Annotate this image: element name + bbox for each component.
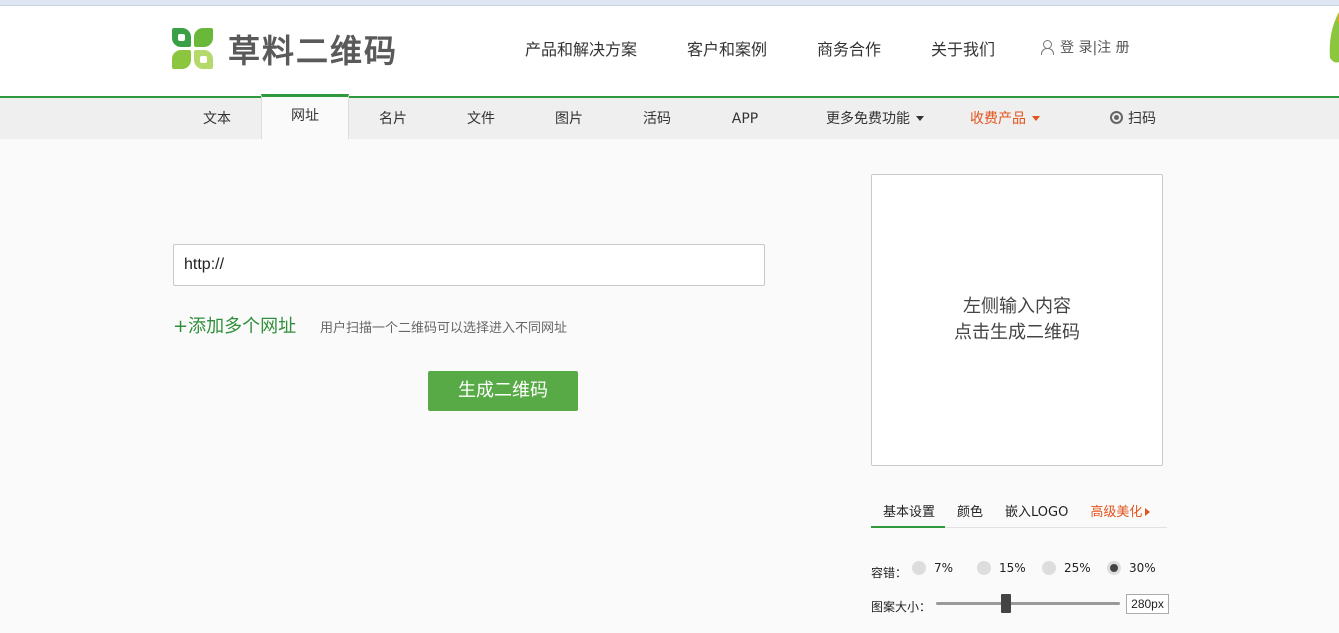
generate-qr-button[interactable]: 生成二维码	[428, 371, 578, 411]
settings-tab-advanced-label: 高级美化	[1090, 505, 1143, 520]
error-correction-option-25[interactable]: 25%	[1042, 561, 1091, 575]
nav-customers-cases[interactable]: 客户和案例	[687, 36, 767, 60]
login-register-label: 登 录|注 册	[1060, 40, 1130, 56]
error-correction-option-label: 7%	[934, 561, 954, 575]
tab-paid-products[interactable]: 收费产品	[955, 98, 1055, 139]
settings-tab-basic[interactable]: 基本设置	[871, 500, 946, 528]
settings-tab-advanced[interactable]: 高级美化	[1078, 500, 1160, 528]
url-input[interactable]	[173, 244, 765, 286]
error-correction-option-label: 25%	[1064, 561, 1091, 575]
site-logo[interactable]: 草料二维码	[172, 26, 398, 72]
brand-name: 草料二维码	[228, 32, 399, 70]
settings-tab-logo[interactable]: 嵌入LOGO	[993, 500, 1078, 528]
preview-hint-line2: 点击生成二维码	[954, 322, 1080, 343]
qr-preview-box: 左侧输入内容 点击生成二维码	[871, 174, 1163, 466]
error-correction-option-label: 15%	[999, 561, 1026, 575]
add-multiple-urls-link[interactable]: +添加多个网址	[173, 312, 296, 338]
settings-tab-color[interactable]: 颜色	[945, 500, 993, 528]
radio-icon	[1042, 561, 1056, 575]
leaf-decoration-icon	[1329, 12, 1339, 63]
tab-more-free-label: 更多免费功能	[826, 111, 910, 127]
function-tab-bar: 文本 网址 名片 文件 图片 活码 APP 更多免费功能 收费产品 扫码	[0, 94, 1339, 139]
nav-products-solutions[interactable]: 产品和解决方案	[525, 36, 637, 60]
tab-app[interactable]: APP	[701, 98, 789, 139]
top-nav: 产品和解决方案 客户和案例 商务合作 关于我们	[525, 36, 1045, 60]
logo-icon	[172, 28, 214, 70]
pattern-size-slider-handle[interactable]	[1001, 594, 1011, 613]
tab-url[interactable]: 网址	[261, 94, 349, 139]
tab-live-code[interactable]: 活码	[613, 98, 701, 139]
error-correction-option-label: 30%	[1129, 561, 1156, 575]
caret-down-icon	[1032, 116, 1040, 121]
preview-hint-line1: 左侧输入内容	[963, 296, 1071, 317]
tab-paid-products-label: 收费产品	[970, 111, 1026, 127]
nav-about-us[interactable]: 关于我们	[931, 36, 995, 60]
tab-text[interactable]: 文本	[173, 98, 261, 139]
error-correction-option-7[interactable]: 7%	[912, 561, 953, 575]
pattern-size-value[interactable]: 280px	[1126, 594, 1169, 614]
triangle-right-icon	[1145, 508, 1151, 516]
pattern-size-slider-track[interactable]	[936, 602, 1120, 605]
error-correction-option-15[interactable]: 15%	[977, 561, 1026, 575]
pattern-size-label: 图案大小：	[871, 600, 932, 614]
radio-icon	[977, 561, 991, 575]
tab-card[interactable]: 名片	[349, 98, 437, 139]
site-header: 草料二维码 产品和解决方案 客户和案例 商务合作 关于我们 登 录|注 册	[0, 6, 1339, 98]
error-correction-label: 容错：	[871, 566, 908, 580]
add-multiple-urls-description: 用户扫描一个二维码可以选择进入不同网址	[320, 321, 568, 336]
caret-down-icon	[916, 116, 924, 121]
camera-icon	[1110, 111, 1123, 124]
tab-image[interactable]: 图片	[525, 98, 613, 139]
radio-checked-icon	[1107, 561, 1121, 575]
error-correction-option-30[interactable]: 30%	[1107, 561, 1156, 575]
settings-tabs: 基本设置 颜色 嵌入LOGO 高级美化	[871, 500, 1167, 528]
radio-icon	[912, 561, 926, 575]
login-register-link[interactable]: 登 录|注 册	[1040, 37, 1130, 57]
tab-file[interactable]: 文件	[437, 98, 525, 139]
tab-scan-label: 扫码	[1128, 111, 1156, 127]
tab-more-free[interactable]: 更多免费功能	[805, 98, 945, 139]
nav-business[interactable]: 商务合作	[817, 36, 881, 60]
user-icon	[1040, 40, 1054, 55]
tab-scan[interactable]: 扫码	[1095, 98, 1171, 139]
